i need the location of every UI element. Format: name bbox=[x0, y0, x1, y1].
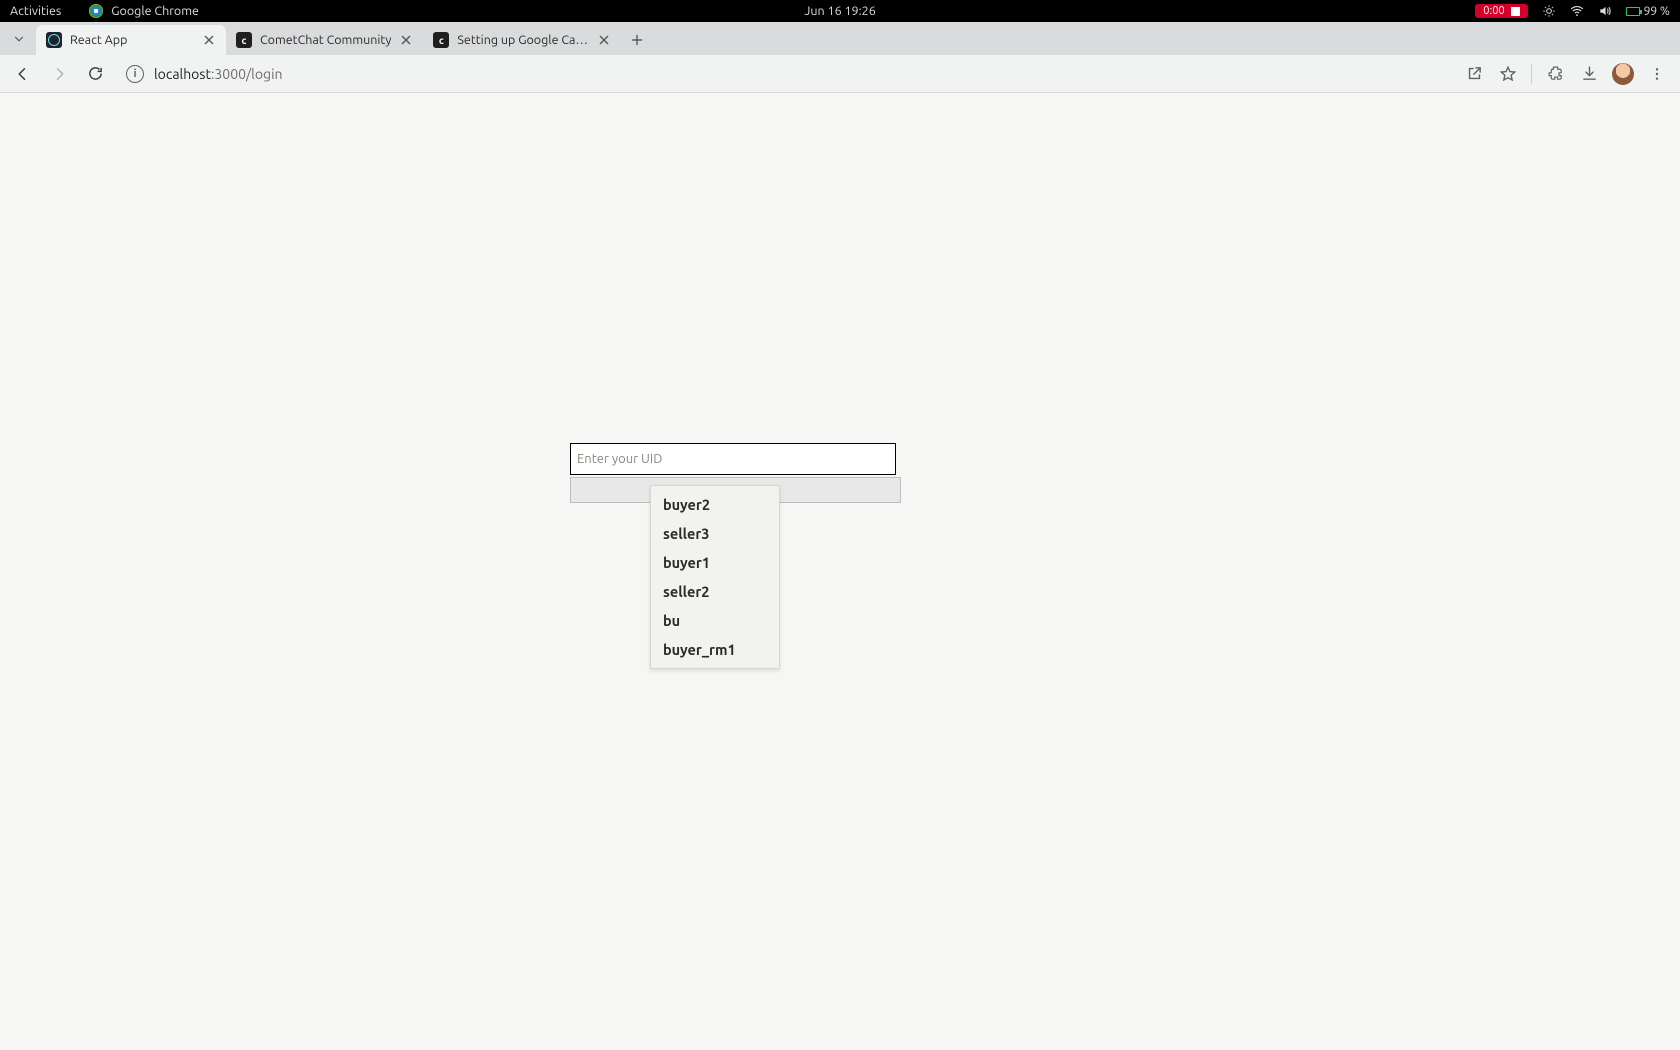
cometchat-favicon-icon: c bbox=[433, 32, 449, 48]
browser-toolbar: i localhost:3000/login bbox=[0, 55, 1680, 93]
site-info-icon[interactable]: i bbox=[126, 65, 144, 83]
tab-strip: React App c CometChat Community c Settin… bbox=[0, 22, 1680, 55]
battery-icon bbox=[1626, 7, 1640, 16]
gnome-right-cluster: 0:00 99 % bbox=[1475, 4, 1670, 18]
new-tab-button[interactable] bbox=[623, 26, 651, 54]
autocomplete-option[interactable]: buyer2 bbox=[651, 490, 779, 519]
tab-google-calendar-setup[interactable]: c Setting up Google Calen bbox=[423, 25, 621, 55]
bookmark-star-icon[interactable] bbox=[1493, 59, 1523, 89]
autocomplete-option[interactable]: seller3 bbox=[651, 519, 779, 548]
open-external-icon[interactable] bbox=[1459, 59, 1489, 89]
avatar-icon bbox=[1612, 63, 1634, 85]
url-host: localhost bbox=[154, 66, 211, 82]
tab-title: React App bbox=[70, 33, 194, 47]
wifi-icon[interactable] bbox=[1570, 4, 1584, 18]
reload-button[interactable] bbox=[80, 59, 110, 89]
gnome-left-cluster: Activities Google Chrome bbox=[10, 4, 199, 18]
autocomplete-dropdown: buyer2 seller3 buyer1 seller2 bu buyer_r… bbox=[650, 485, 780, 669]
active-app-name: Google Chrome bbox=[111, 4, 199, 18]
back-button[interactable] bbox=[8, 59, 38, 89]
recorder-time: 0:00 bbox=[1483, 5, 1504, 17]
battery-percent: 99 % bbox=[1644, 5, 1670, 18]
battery-indicator[interactable]: 99 % bbox=[1626, 5, 1670, 18]
chrome-menu-button[interactable] bbox=[1642, 59, 1672, 89]
tab-title: CometChat Community bbox=[260, 33, 391, 47]
autocomplete-option[interactable]: buyer_rm1 bbox=[651, 635, 779, 664]
active-app-indicator[interactable]: Google Chrome bbox=[89, 4, 199, 18]
autocomplete-option[interactable]: seller2 bbox=[651, 577, 779, 606]
downloads-icon[interactable] bbox=[1574, 59, 1604, 89]
close-tab-button[interactable] bbox=[399, 33, 413, 47]
gnome-top-bar: Activities Google Chrome Jun 16 19:26 0:… bbox=[0, 0, 1680, 22]
close-tab-button[interactable] bbox=[597, 33, 611, 47]
url-path: :3000/login bbox=[211, 66, 283, 82]
stop-icon bbox=[1511, 7, 1520, 16]
tab-title: Setting up Google Calen bbox=[457, 33, 589, 47]
indicator-icon[interactable] bbox=[1542, 4, 1556, 18]
forward-button[interactable] bbox=[44, 59, 74, 89]
tab-search-button[interactable] bbox=[8, 28, 30, 50]
autocomplete-option[interactable]: bu bbox=[651, 606, 779, 635]
chrome-icon bbox=[89, 4, 103, 18]
url-text: localhost:3000/login bbox=[154, 66, 282, 82]
extensions-icon[interactable] bbox=[1540, 59, 1570, 89]
autocomplete-option[interactable]: buyer1 bbox=[651, 548, 779, 577]
toolbar-separator bbox=[1531, 64, 1532, 84]
screen-recorder-pill[interactable]: 0:00 bbox=[1475, 4, 1527, 18]
activities-button[interactable]: Activities bbox=[10, 4, 61, 18]
clock[interactable]: Jun 16 19:26 bbox=[804, 4, 876, 18]
close-tab-button[interactable] bbox=[202, 33, 216, 47]
toolbar-right-cluster bbox=[1459, 59, 1672, 89]
cometchat-favicon-icon: c bbox=[236, 32, 252, 48]
address-bar[interactable]: i localhost:3000/login bbox=[116, 59, 1449, 89]
tab-cometchat[interactable]: c CometChat Community bbox=[226, 25, 423, 55]
volume-icon[interactable] bbox=[1598, 4, 1612, 18]
profile-avatar[interactable] bbox=[1608, 59, 1638, 89]
react-favicon-icon bbox=[46, 32, 62, 48]
uid-input[interactable] bbox=[570, 443, 896, 475]
page-viewport: buyer2 seller3 buyer1 seller2 bu buyer_r… bbox=[0, 93, 1680, 1050]
tab-react-app[interactable]: React App bbox=[36, 25, 226, 55]
